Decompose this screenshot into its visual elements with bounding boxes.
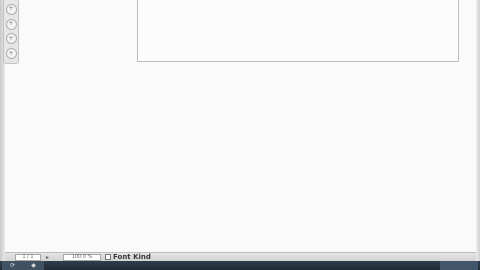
font-kind-checkbox[interactable] bbox=[105, 254, 112, 260]
document-canvas[interactable] bbox=[5, 0, 476, 252]
screen: + + + + 1 / 1 ▸ 100.0 % Font Kind ⟳ ◆ bbox=[0, 0, 480, 270]
taskbar-launcher[interactable]: ⟳ ◆ bbox=[2, 261, 44, 270]
tool-button-2[interactable]: + bbox=[5, 18, 17, 30]
font-kind-toggle[interactable]: Font Kind bbox=[105, 253, 151, 261]
page-frame[interactable] bbox=[137, 0, 459, 62]
page-number-field[interactable]: 1 / 1 bbox=[15, 253, 41, 261]
zoom-level-field[interactable]: 100.0 % bbox=[63, 253, 102, 261]
tool-button-4[interactable]: + bbox=[5, 48, 17, 60]
taskbar: ⟳ ◆ bbox=[0, 261, 480, 270]
next-page-arrow-icon[interactable]: ▸ bbox=[46, 254, 49, 261]
taskbar-tray[interactable] bbox=[440, 261, 478, 270]
tool-button-1[interactable]: + bbox=[5, 3, 17, 15]
status-bar: 1 / 1 ▸ 100.0 % Font Kind bbox=[5, 252, 476, 261]
right-bezel bbox=[476, 0, 480, 270]
shield-icon: ◆ bbox=[31, 262, 36, 269]
tool-button-3[interactable]: + bbox=[5, 33, 17, 45]
font-kind-label: Font Kind bbox=[113, 253, 151, 261]
tool-strip: + + + + bbox=[3, 0, 19, 64]
refresh-icon: ⟳ bbox=[10, 262, 16, 269]
